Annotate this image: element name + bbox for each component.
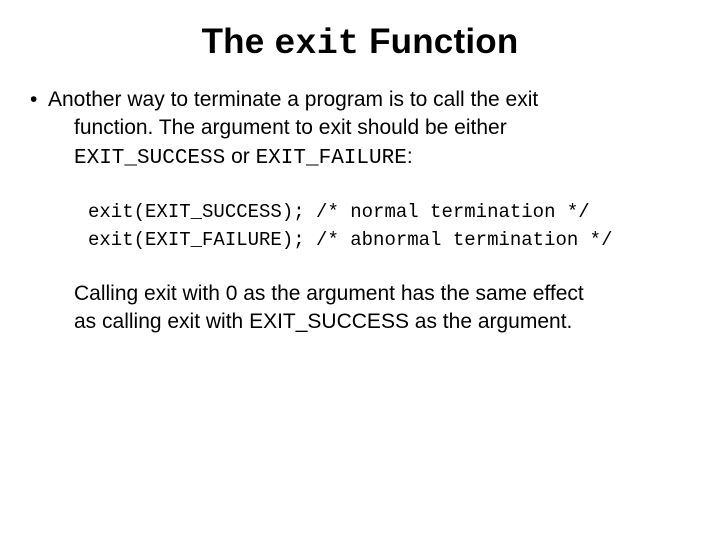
slide-title: The exit Function (28, 22, 692, 64)
closing-paragraph: Calling exit with 0 as the argument has … (74, 280, 672, 337)
slide: The exit Function • Another way to termi… (0, 0, 720, 540)
para-line2: as calling exit with EXIT_SUCCESS as the… (74, 308, 672, 336)
code-line2: exit(EXIT_FAILURE); /* abnormal terminat… (88, 229, 613, 251)
bullet-item: • Another way to terminate a program is … (28, 86, 692, 114)
bullet-continuation: function. The argument to exit should be… (74, 114, 692, 173)
title-post: Function (359, 22, 518, 61)
title-code: exit (274, 24, 359, 64)
const-exit-failure: EXIT_FAILURE (256, 147, 407, 170)
code-line1: exit(EXIT_SUCCESS); /* normal terminatio… (88, 201, 590, 223)
bullet-line3: EXIT_SUCCESS or EXIT_FAILURE: (74, 143, 692, 173)
bullet-line3-end: : (407, 145, 413, 168)
const-exit-success: EXIT_SUCCESS (74, 147, 225, 170)
bullet-line3-mid: or (225, 145, 255, 168)
bullet-line1: Another way to terminate a program is to… (48, 86, 692, 114)
para-line1: Calling exit with 0 as the argument has … (74, 280, 672, 308)
bullet-mark: • (28, 86, 48, 114)
title-pre: The (202, 22, 275, 61)
code-example: exit(EXIT_SUCCESS); /* normal terminatio… (88, 199, 692, 254)
bullet-line2: function. The argument to exit should be… (74, 114, 692, 142)
